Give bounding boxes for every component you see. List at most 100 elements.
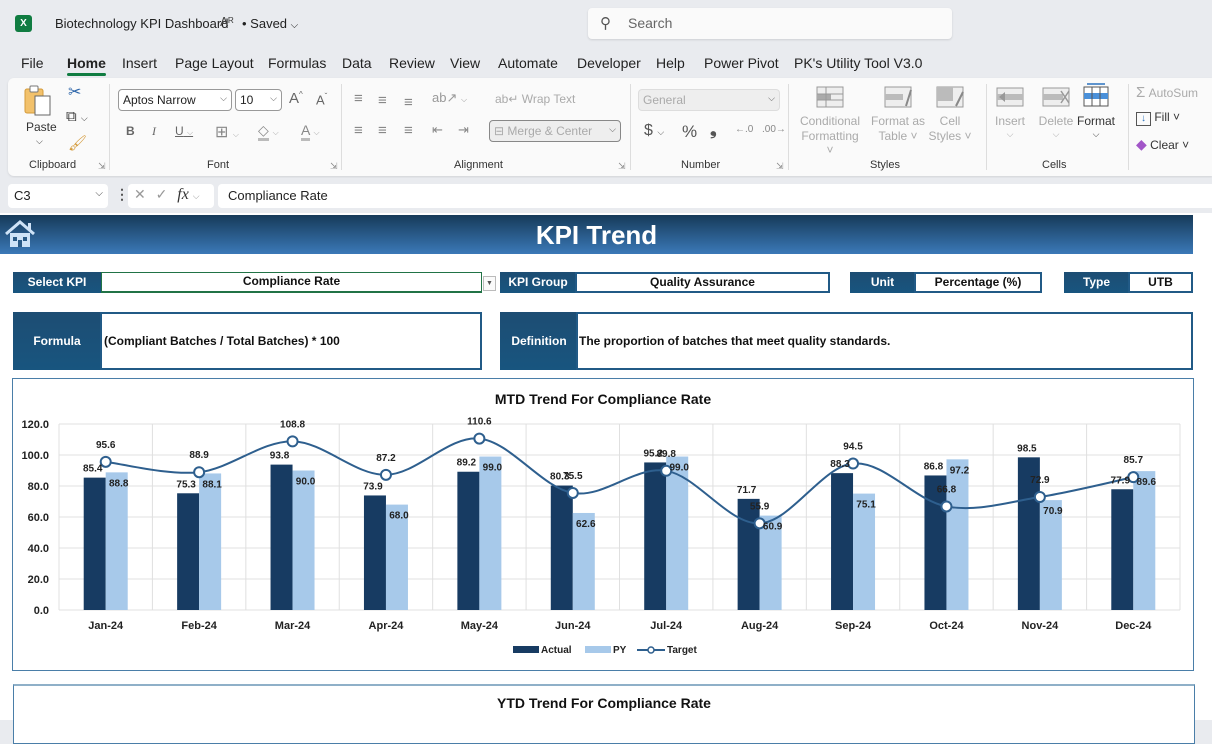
middle-align-icon[interactable]: ≡: [378, 92, 387, 109]
chevron-down-icon: ⌵: [1006, 129, 1014, 139]
excel-icon: X: [15, 15, 32, 32]
align-left-icon[interactable]: ≡: [354, 122, 363, 139]
dialog-launcher-icon[interactable]: ⇲: [618, 161, 626, 172]
coauthor-icon[interactable]: ꓮᴿ: [220, 15, 234, 29]
data-label-actual: 93.8: [270, 451, 290, 462]
chevron-down-icon: ⌵: [1092, 129, 1100, 139]
font-color-icon[interactable]: A ⌵: [301, 122, 320, 141]
enter-icon[interactable]: ✓: [156, 186, 168, 202]
delete-cells-button[interactable]: Delete ⌵: [1036, 86, 1076, 150]
tab-developer[interactable]: Developer: [577, 55, 641, 71]
bar-py: [1133, 471, 1156, 610]
mtd-chart-plot: 0.0 20.0 40.0 60.0 80.0 100.0 120.0 Jan-24 Feb-2…: [21, 417, 1181, 656]
align-center-icon[interactable]: ≡: [378, 122, 387, 139]
clear-button[interactable]: ◆ Clear ˅: [1136, 136, 1189, 153]
data-label-py: 75.1: [856, 500, 876, 511]
decrease-font-icon[interactable]: Aˇ: [316, 92, 327, 107]
legend-swatch-py: [585, 646, 611, 653]
insert-cells-button[interactable]: Insert ⌵: [992, 86, 1028, 150]
data-label-actual: 98.5: [1017, 443, 1037, 454]
top-align-icon[interactable]: ≡: [354, 90, 363, 107]
font-size-select[interactable]: 10 ⌵: [235, 89, 282, 111]
increase-indent-icon[interactable]: ⇥: [458, 122, 469, 138]
ytd-chart[interactable]: YTD Trend For Compliance Rate: [13, 684, 1195, 744]
italic-button[interactable]: I: [152, 124, 156, 139]
data-label-py: 68.0: [389, 511, 409, 522]
cancel-icon[interactable]: ✕: [134, 186, 146, 202]
kpi-dropdown-button[interactable]: ▼: [483, 276, 496, 291]
bar-actual: [550, 485, 573, 610]
decrease-decimal-icon[interactable]: .00→: [762, 124, 786, 135]
format-cells-button[interactable]: Format ⌵: [1076, 82, 1116, 148]
tab-help[interactable]: Help: [656, 55, 685, 71]
tab-page-layout[interactable]: Page Layout: [175, 55, 254, 71]
x-tick-label: Sep-24: [835, 620, 872, 632]
format-as-table-button[interactable]: Format as Table ˅: [868, 86, 928, 150]
select-kpi-input[interactable]: Compliance Rate: [101, 272, 482, 293]
increase-decimal-icon[interactable]: ←.0: [735, 124, 753, 135]
format-cells-icon: [1083, 83, 1109, 107]
font-name-select[interactable]: Aptos Narrow ⌵: [118, 89, 232, 111]
borders-icon[interactable]: ⊞ ⌵: [215, 122, 239, 142]
tab-pk-utility-tool[interactable]: PK's Utility Tool V3.0: [794, 55, 922, 71]
copy-icon[interactable]: ⧉ ⌵: [66, 108, 88, 125]
x-tick-label: Apr-24: [369, 620, 405, 632]
chevron-down-icon[interactable]: ⌵: [193, 191, 200, 201]
paste-button[interactable]: Paste ⌵: [22, 84, 58, 148]
target-marker: [193, 466, 206, 479]
search-input[interactable]: ⚲ Search: [588, 8, 952, 39]
dialog-launcher-icon[interactable]: ⇲: [776, 161, 784, 172]
tab-formulas[interactable]: Formulas: [268, 55, 326, 71]
merge-center-button[interactable]: ⊟ Merge & Center ⌵: [489, 120, 621, 142]
ribbon: Paste ⌵ ✂ ⧉ ⌵ 🖌 Clipboard ⇲ Aptos Narrow…: [8, 78, 1212, 176]
conditional-formatting-button[interactable]: Conditional Formatting ˅: [797, 86, 863, 157]
cell-styles-button[interactable]: Cell Styles ˅: [928, 86, 972, 150]
tab-view[interactable]: View: [450, 55, 480, 71]
data-label-actual: 88.3: [830, 459, 850, 470]
formula-bar: C3 ⌵ ⋮ ✕ ✓ fx ⌵ Compliance Rate: [0, 178, 1212, 212]
name-box[interactable]: C3 ⌵: [8, 184, 108, 208]
format-as-table-icon: [884, 86, 912, 108]
wrap-text-button[interactable]: ab↵ Wrap Text: [495, 92, 575, 106]
data-label-py: 62.6: [576, 519, 596, 530]
align-right-icon[interactable]: ≡: [404, 122, 413, 139]
dialog-launcher-icon[interactable]: ⇲: [330, 161, 338, 172]
fill-color-icon[interactable]: ◇ ⌵: [258, 122, 279, 141]
decrease-indent-icon[interactable]: ⇤: [432, 122, 443, 138]
comma-button[interactable]: ❟: [710, 120, 717, 140]
insert-cells-icon: [996, 87, 1024, 107]
more-options-icon[interactable]: ⋮: [115, 186, 129, 203]
currency-button[interactable]: $ ⌵: [644, 122, 664, 140]
bottom-align-icon[interactable]: ≡: [404, 94, 413, 111]
x-tick-label: Mar-24: [275, 620, 311, 632]
tab-data[interactable]: Data: [342, 55, 372, 71]
bold-button[interactable]: B: [126, 124, 135, 138]
tab-power-pivot[interactable]: Power Pivot: [704, 55, 779, 71]
mtd-chart[interactable]: MTD Trend For Compliance Rate 0.0 20.0 40.…: [12, 378, 1194, 671]
cut-icon[interactable]: ✂: [68, 82, 81, 102]
tab-home[interactable]: Home: [67, 55, 106, 76]
number-format-select[interactable]: General ⌵: [638, 89, 780, 111]
tab-insert[interactable]: Insert: [122, 55, 157, 71]
dialog-launcher-icon[interactable]: ⇲: [98, 161, 106, 172]
autosum-button[interactable]: Σ AutoSum: [1136, 84, 1198, 101]
tab-file[interactable]: File: [21, 55, 44, 71]
percent-button[interactable]: %: [682, 122, 697, 142]
underline-button[interactable]: U ⌵: [175, 124, 193, 138]
formula-input[interactable]: Compliance Rate: [218, 184, 1212, 208]
increase-font-icon[interactable]: A^: [289, 90, 303, 107]
bar-actual: [83, 477, 106, 610]
tab-review[interactable]: Review: [389, 55, 435, 71]
data-label-target: 88.9: [189, 450, 209, 461]
data-label-target: 75.5: [563, 471, 583, 482]
fill-button[interactable]: ↓ Fill ˅: [1136, 110, 1180, 126]
data-label-py: 99.0: [483, 463, 503, 474]
orientation-icon[interactable]: ab↗ ⌵: [432, 90, 467, 106]
tab-automate[interactable]: Automate: [498, 55, 558, 71]
format-painter-icon[interactable]: 🖌: [68, 134, 87, 152]
data-label-py: 88.8: [109, 478, 129, 489]
insert-function-icon[interactable]: fx: [177, 186, 189, 203]
formula-label: Formula: [13, 312, 101, 370]
chevron-down-icon: ⌵: [36, 136, 43, 146]
save-status[interactable]: • Saved ⌵: [242, 16, 298, 31]
